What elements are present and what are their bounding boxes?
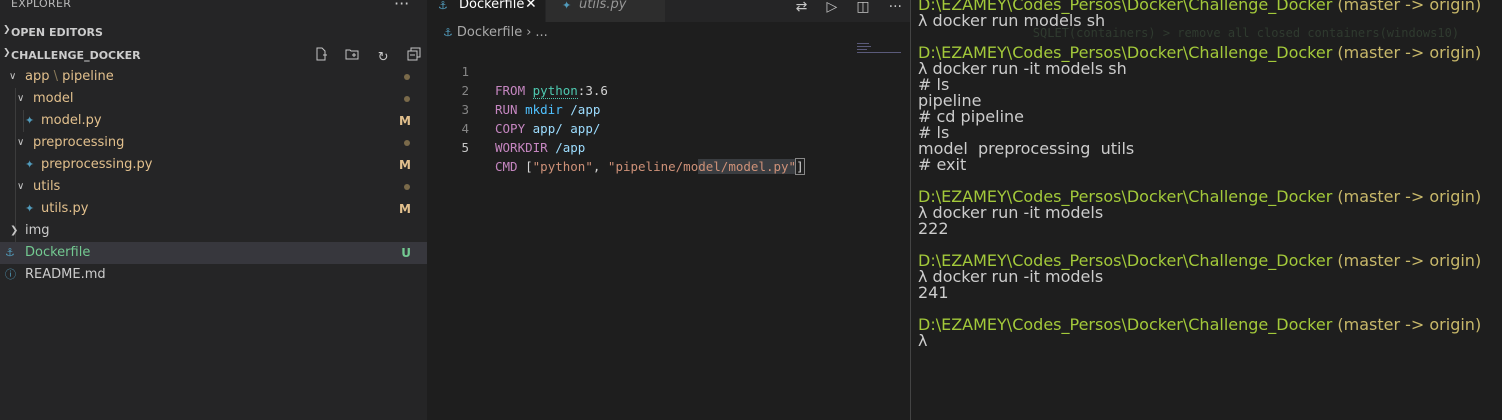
terminal-input-line[interactable]: λ [918, 333, 927, 349]
prompt-path: D:\EZAMEY\Codes_Persos\Docker\Challenge_… [918, 315, 1333, 334]
tree-file-dockerfile[interactable]: ⚓ Dockerfile U [0, 242, 427, 264]
tree-folder-utils[interactable]: ∨ utils [0, 176, 427, 198]
terminal-line: 241 [918, 283, 949, 302]
terminal-prompt: D:\EZAMEY\Codes_Persos\Docker\Challenge_… [918, 317, 1481, 333]
tree-folder-img[interactable]: ❯ img [0, 220, 427, 242]
chevron-right-icon: ❯ [3, 25, 11, 35]
code-token: [ [517, 159, 533, 174]
project-label: CHALLENGE_DOCKER [11, 49, 141, 62]
git-status-badge: M [399, 114, 411, 128]
tree-item-label: model [33, 91, 74, 106]
modified-dot [404, 96, 410, 102]
code-token: CMD [495, 159, 518, 174]
tree-file-preprocessing-py[interactable]: ✦ preprocessing.py M [0, 154, 427, 176]
modified-dot [404, 184, 410, 190]
python-icon: ✦ [25, 114, 35, 127]
git-status-badge: M [399, 202, 411, 216]
tree-item-label: utils.py [41, 201, 89, 216]
code-token: "python" [532, 159, 593, 174]
breadcrumb[interactable]: ⚓ Dockerfile ›... [443, 25, 548, 40]
tree-item-label: preprocessing [33, 135, 125, 150]
python-icon: ✦ [25, 158, 35, 171]
folder-name-pipeline: pipeline [62, 69, 114, 84]
code-line[interactable]: 3 COPY app/ app/ [427, 81, 910, 136]
code-line[interactable]: 2 RUN mkdir /app [427, 62, 910, 117]
explorer-title: EXPLORER [11, 0, 72, 10]
code-line[interactable]: 1 FROM python:3.6 [427, 43, 910, 99]
terminal-line: λ docker run -it models sh [918, 59, 1127, 78]
chevron-down-icon: ∨ [9, 71, 17, 82]
docker-icon: ⚓ [5, 246, 15, 259]
prompt-branch: (master -> origin) [1332, 43, 1482, 62]
chevron-down-icon: ❯ [3, 48, 11, 58]
tree-item-label: utils [33, 179, 61, 194]
ellipsis-icon[interactable]: ··· [394, 0, 409, 13]
open-editors-section[interactable]: ❯ OPEN EDITORS [0, 22, 427, 44]
close-icon[interactable]: ✕ [525, 0, 537, 11]
prompt-branch: (master -> origin) [1332, 251, 1482, 270]
docker-icon: ⚓ [443, 26, 453, 39]
editor-area: ⚓ Dockerfile ✕ ✦ utils.py ⇄ ▷ ◫ ··· ⚓ Doc… [427, 0, 910, 420]
git-status-badge: U [401, 246, 411, 260]
code-token: del/model.py" [698, 159, 797, 174]
breadcrumb-file: Dockerfile [456, 25, 523, 40]
terminal-line: # exit [918, 155, 967, 174]
new-file-icon[interactable] [314, 47, 328, 61]
git-status-badge: M [399, 158, 411, 172]
chevron-right-icon: › [526, 25, 532, 40]
code-token: /app [547, 140, 586, 155]
tree-file-utils-py[interactable]: ✦ utils.py M [0, 198, 427, 220]
project-section[interactable]: ❯ CHALLENGE_DOCKER ↻ [0, 45, 427, 67]
info-icon: ⓘ [5, 268, 16, 281]
chevron-down-icon: ∨ [17, 137, 25, 148]
breadcrumb-rest: ... [535, 25, 548, 40]
tab-bar: ⚓ Dockerfile ✕ ✦ utils.py ⇄ ▷ ◫ ··· [427, 0, 910, 22]
prompt-branch: (master -> origin) [1332, 187, 1482, 206]
tree-item-label: README.md [25, 267, 106, 282]
python-icon: ✦ [562, 0, 572, 12]
code-line[interactable]: 4 WORKDIR /app [427, 100, 910, 155]
tree-file-readme[interactable]: ⓘ README.md [0, 264, 427, 286]
open-editors-label: OPEN EDITORS [11, 26, 103, 39]
tree-item-label: preprocessing.py [41, 157, 153, 172]
chevron-right-icon: ❯ [10, 225, 19, 236]
split-editor-icon[interactable]: ◫ [856, 0, 869, 15]
tree-folder-app-pipeline[interactable]: ∨ app \ pipeline [0, 66, 427, 88]
code-token: WORKDIR [495, 140, 548, 155]
code-token: ] [795, 158, 805, 175]
tab-utils-py[interactable]: ✦ utils.py [546, 0, 665, 22]
tab-label: Dockerfile [459, 0, 525, 12]
refresh-icon[interactable]: ↻ [376, 51, 390, 65]
tree-folder-preprocessing[interactable]: ∨ preprocessing [0, 132, 427, 154]
tree-folder-model[interactable]: ∨ model [0, 88, 427, 110]
terminal-line: 222 [918, 219, 949, 238]
tab-dockerfile[interactable]: ⚓ Dockerfile ✕ [427, 0, 545, 22]
modified-dot [404, 74, 410, 80]
compare-changes-icon[interactable]: ⇄ [796, 0, 808, 15]
explorer-sidebar: EXPLORER ··· ❯ OPEN EDITORS ❯ CHALLENGE_… [0, 0, 427, 420]
folder-name-app: app [25, 69, 50, 84]
prompt-branch: (master -> origin) [1332, 0, 1482, 14]
prompt-branch: (master -> origin) [1332, 315, 1482, 334]
line-number: 5 [461, 140, 469, 155]
tree-file-model-py[interactable]: ✦ model.py M [0, 110, 427, 132]
docker-icon: ⚓ [438, 0, 448, 12]
code-token: "pipeline/mo [607, 159, 699, 174]
modified-dot [404, 140, 410, 146]
collapse-all-icon[interactable] [407, 47, 421, 61]
tree-item-label: img [25, 223, 50, 238]
chevron-down-icon: ∨ [17, 93, 25, 104]
tree-item-label: model.py [41, 113, 102, 128]
terminal-line: λ docker run models sh [918, 11, 1106, 30]
tree-item-label: Dockerfile [25, 245, 91, 260]
code-token: , [592, 159, 608, 174]
chevron-down-icon: ∨ [17, 181, 25, 192]
python-icon: ✦ [25, 202, 35, 215]
tab-label: utils.py [579, 0, 627, 12]
code-line[interactable]: 5 CMD ["python", "pipeline/model/model.p… [427, 119, 910, 175]
new-folder-icon[interactable] [345, 47, 359, 61]
ellipsis-icon[interactable]: ··· [889, 0, 902, 15]
run-icon[interactable]: ▷ [826, 0, 837, 15]
